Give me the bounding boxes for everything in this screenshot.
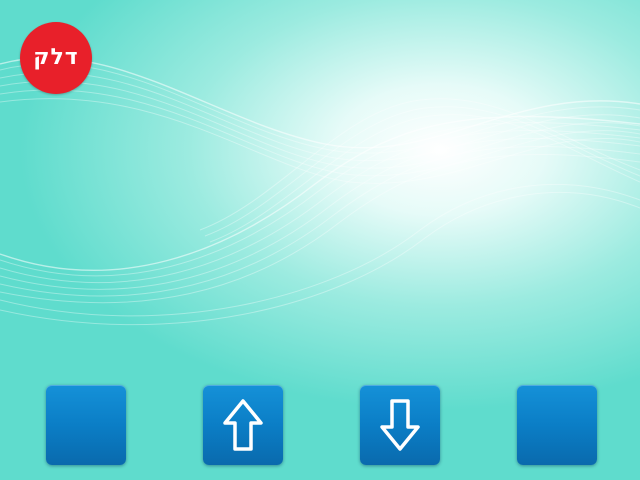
logo-text: דלק bbox=[33, 44, 79, 70]
blank-button-right[interactable] bbox=[517, 385, 597, 465]
scroll-down-button[interactable] bbox=[360, 385, 440, 465]
scroll-up-button[interactable] bbox=[203, 385, 283, 465]
delek-logo: דלק bbox=[20, 22, 92, 94]
arrow-down-icon bbox=[380, 399, 420, 451]
kiosk-screen: דלק bbox=[0, 0, 640, 480]
arrow-up-icon bbox=[223, 399, 263, 451]
blank-button-left[interactable] bbox=[46, 385, 126, 465]
